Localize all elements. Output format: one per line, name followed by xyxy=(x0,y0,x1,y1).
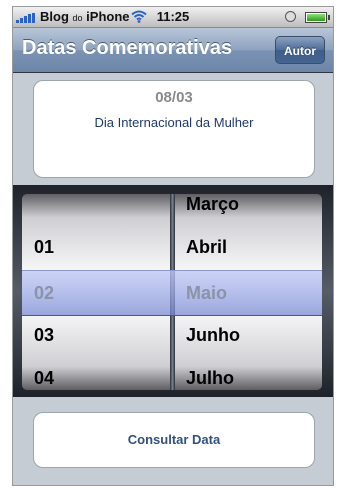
phone-screen: Blog do iPhone 11:25 Datas Comemorativas… xyxy=(12,6,334,486)
day-option[interactable]: 04 xyxy=(34,368,54,389)
nav-title: Datas Comemorativas xyxy=(22,37,233,59)
day-option[interactable]: 03 xyxy=(34,325,54,346)
status-bar: Blog do iPhone 11:25 xyxy=(13,7,333,28)
card-date: 08/03 xyxy=(155,89,193,106)
selected-month[interactable]: Maio xyxy=(186,283,227,304)
date-picker[interactable]: 01 03 04 Março Abril Junho Julho 02 Maio xyxy=(13,185,333,397)
day-option[interactable]: 01 xyxy=(34,237,54,258)
month-option[interactable]: Abril xyxy=(186,237,227,258)
picker-selection-bar: 02 Maio xyxy=(22,270,322,316)
card-event-name: Dia Internacional da Mulher xyxy=(94,115,254,130)
selected-day[interactable]: 02 xyxy=(34,283,54,304)
month-option[interactable]: Março xyxy=(186,194,239,215)
month-option[interactable]: Julho xyxy=(186,368,234,389)
navigation-bar: Datas Comemorativas Autor xyxy=(13,28,333,73)
author-button[interactable]: Autor xyxy=(275,36,325,64)
consultar-data-button[interactable]: Consultar Data xyxy=(33,412,315,468)
month-option[interactable]: Junho xyxy=(186,325,240,346)
battery-icon xyxy=(305,12,330,23)
date-info-card: 08/03 Dia Internacional da Mulher xyxy=(33,80,315,178)
alarm-icon xyxy=(285,11,296,22)
